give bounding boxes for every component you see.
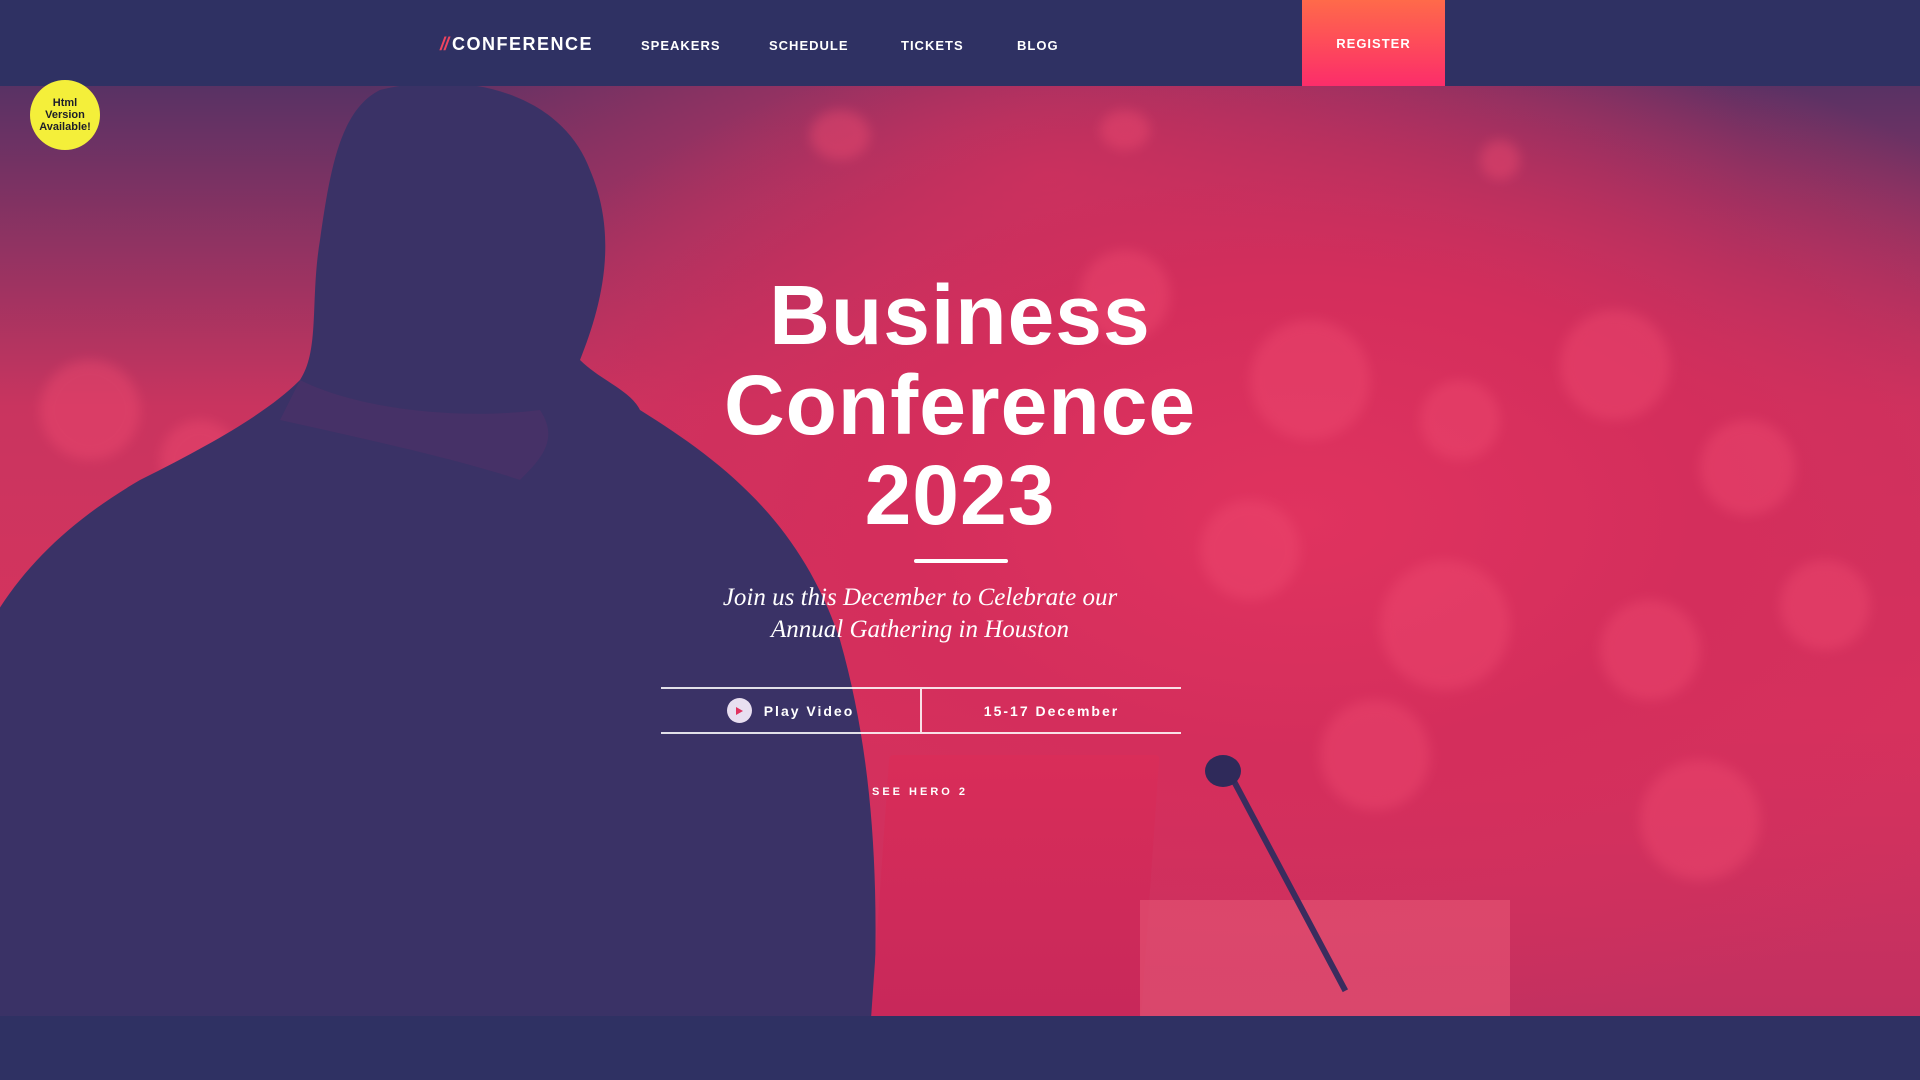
event-dates-label: 15-17 December [983, 702, 1120, 719]
bokeh-light [1780, 560, 1870, 650]
site-logo[interactable]: // CONFERENCE [440, 34, 593, 55]
title-divider [914, 559, 1008, 563]
play-video-button[interactable]: Play Video [661, 689, 922, 732]
bokeh-light [1640, 760, 1760, 880]
hero-cta-bar: Play Video 15-17 December [661, 687, 1181, 734]
badge-line-1: Html [52, 97, 78, 109]
hero-title: Business Conference 2023 [560, 270, 1360, 540]
logo-mark: // [440, 34, 449, 54]
badge-line-3: Available! [39, 121, 91, 133]
html-version-badge[interactable]: Html Version Available! [30, 80, 100, 150]
speaker-silhouette [0, 82, 876, 1016]
bokeh-light [1100, 110, 1150, 150]
bokeh-light [1700, 420, 1795, 515]
bokeh-light [1480, 140, 1520, 180]
nav-item-blog[interactable]: BLOG [1017, 38, 1059, 53]
nav-item-schedule[interactable]: SCHEDULE [769, 38, 849, 53]
play-icon [726, 698, 752, 723]
badge-line-2: Version [45, 109, 85, 121]
hero-title-line-2: Conference [723, 358, 1197, 452]
bokeh-light [1420, 380, 1500, 460]
nav-item-tickets[interactable]: TICKETS [901, 38, 964, 53]
play-video-label: Play Video [763, 702, 855, 719]
nav-item-speakers[interactable]: SPEAKERS [641, 38, 721, 53]
hero-subtitle-line-1: Join us this December to Celebrate our [722, 584, 1118, 611]
see-hero-2-link[interactable]: SEE HERO 2 [800, 786, 1040, 798]
hero-subtitle-line-2: Annual Gathering in Houston [771, 616, 1069, 643]
bokeh-light [1320, 700, 1430, 810]
top-navigation-bar: // CONFERENCE SPEAKERS SCHEDULE TICKETS … [0, 0, 1920, 86]
bokeh-light [1560, 310, 1670, 420]
hero-subtitle: Join us this December to Celebrate our A… [620, 582, 1220, 646]
bokeh-light [1380, 560, 1510, 690]
bottom-band [0, 1016, 1920, 1080]
event-dates: 15-17 December [922, 689, 1181, 732]
register-button[interactable]: REGISTER [1302, 0, 1445, 86]
microphone-icon [1205, 755, 1241, 787]
logo-text: CONFERENCE [452, 34, 594, 54]
hero-title-line-1: Business [769, 268, 1151, 362]
bokeh-light [1600, 600, 1700, 700]
hero-title-line-3: 2023 [864, 448, 1056, 542]
